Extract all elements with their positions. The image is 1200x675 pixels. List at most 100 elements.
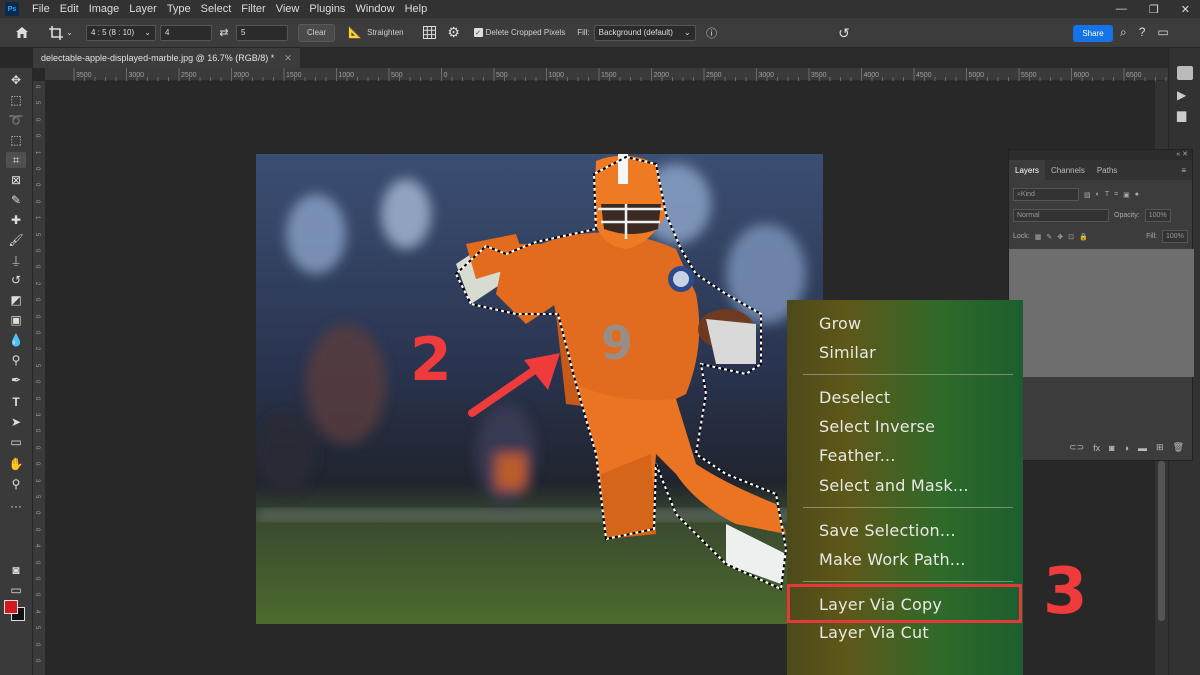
fill-select[interactable]: Background (default) ⌄: [593, 24, 696, 41]
menu-edit[interactable]: Edit: [55, 3, 84, 15]
filter-pixel-icon[interactable]: ▨: [1084, 191, 1091, 199]
play-icon[interactable]: ▶: [1177, 88, 1186, 102]
menu-image[interactable]: Image: [84, 3, 125, 15]
delete-cropped-checkbox-group[interactable]: ✓ Delete Cropped Pixels: [473, 28, 565, 37]
menu-item-similar[interactable]: Similar: [819, 343, 876, 362]
foreground-color-swatch[interactable]: [4, 600, 18, 614]
move-tool-icon[interactable]: ✥: [6, 72, 26, 88]
eyedropper-tool-icon[interactable]: ✎: [6, 192, 26, 208]
lock-artboard-icon[interactable]: ⊡: [1068, 233, 1074, 241]
reset-icon[interactable]: ↺: [832, 22, 856, 44]
tab-layers[interactable]: Layers: [1009, 160, 1046, 180]
menu-filter[interactable]: Filter: [236, 3, 270, 15]
quick-mask-icon[interactable]: ◙: [6, 562, 26, 578]
fill-input[interactable]: 100%: [1162, 230, 1188, 243]
help-icon[interactable]: ?: [1139, 25, 1146, 40]
restore-button[interactable]: ❐: [1149, 3, 1159, 16]
fx-icon[interactable]: fx: [1093, 443, 1100, 453]
menu-help[interactable]: Help: [400, 3, 433, 15]
menu-item-feather[interactable]: Feather...: [819, 446, 896, 465]
filter-shape-icon[interactable]: ⌗: [1114, 191, 1118, 199]
blur-tool-icon[interactable]: 💧: [6, 332, 26, 348]
lock-image-icon[interactable]: ✎: [1046, 233, 1052, 241]
filter-toggle-icon[interactable]: ●: [1135, 191, 1139, 198]
kind-filter-select[interactable]: ⌕ Kind: [1013, 188, 1079, 201]
image-panel-icon[interactable]: [1177, 66, 1193, 80]
comments-icon[interactable]: ▆: [1177, 108, 1186, 122]
filter-smart-object-icon[interactable]: ▣: [1123, 191, 1130, 199]
grid-overlay-icon[interactable]: [418, 22, 442, 44]
menu-item-make-work-path[interactable]: Make Work Path...: [819, 550, 966, 569]
menu-item-layer-via-cut[interactable]: Layer Via Cut: [819, 623, 929, 642]
rectangle-tool-icon[interactable]: ▭: [6, 434, 26, 450]
layers-list[interactable]: [1009, 249, 1194, 377]
marquee-tool-icon[interactable]: ⬚: [6, 92, 26, 108]
history-brush-tool-icon[interactable]: ↺: [6, 272, 26, 288]
scrollbar-thumb[interactable]: [1158, 461, 1165, 621]
crop-tool-preset-icon[interactable]: ⌄: [44, 22, 78, 44]
healing-brush-tool-icon[interactable]: ✚: [6, 212, 26, 228]
ratio-height-input[interactable]: 5: [236, 24, 288, 41]
menu-item-save-selection[interactable]: Save Selection...: [819, 521, 956, 540]
menu-file[interactable]: File: [27, 3, 55, 15]
zoom-tool-icon[interactable]: ⚲: [6, 476, 26, 492]
object-selection-tool-icon[interactable]: ⬚: [6, 132, 26, 148]
adjustment-layer-icon[interactable]: ◑: [1124, 443, 1129, 453]
menu-item-select-and-mask[interactable]: Select and Mask...: [819, 476, 969, 495]
lock-transparent-icon[interactable]: ▦: [1035, 233, 1042, 241]
close-window-button[interactable]: ✕: [1181, 3, 1190, 16]
crop-tool-icon[interactable]: ⌗: [6, 152, 26, 168]
more-tools-icon[interactable]: ···: [6, 498, 26, 514]
menu-view[interactable]: View: [271, 3, 305, 15]
share-button[interactable]: Share: [1073, 25, 1113, 42]
lock-position-icon[interactable]: ✥: [1057, 233, 1063, 241]
menu-plugins[interactable]: Plugins: [304, 3, 350, 15]
blend-mode-select[interactable]: Normal: [1013, 209, 1109, 222]
document-tab[interactable]: delectable-apple-displayed-marble.jpg @ …: [33, 48, 300, 68]
new-group-icon[interactable]: ▬: [1138, 443, 1147, 453]
menu-item-grow[interactable]: Grow: [819, 314, 861, 333]
swap-icon[interactable]: ⇄: [212, 22, 236, 44]
filter-type-icon[interactable]: T: [1105, 191, 1109, 198]
path-selection-tool-icon[interactable]: ➤: [6, 414, 26, 430]
dodge-tool-icon[interactable]: ⚲: [6, 352, 26, 368]
type-tool-icon[interactable]: T: [6, 394, 26, 410]
pen-tool-icon[interactable]: ✒: [6, 372, 26, 388]
clone-stamp-tool-icon[interactable]: ⍊: [6, 252, 26, 268]
lasso-tool-icon[interactable]: ➰: [6, 112, 26, 128]
delete-layer-icon[interactable]: 🗑: [1173, 442, 1184, 453]
tab-channels[interactable]: Channels: [1045, 160, 1091, 180]
menu-window[interactable]: Window: [350, 3, 399, 15]
search-icon[interactable]: ⌕: [1120, 25, 1127, 40]
menu-type[interactable]: Type: [162, 3, 196, 15]
close-tab-icon[interactable]: ✕: [284, 53, 292, 64]
delete-cropped-checkbox[interactable]: ✓: [473, 28, 483, 37]
hand-tool-icon[interactable]: ✋: [6, 456, 26, 472]
menu-layer[interactable]: Layer: [124, 3, 162, 15]
info-icon[interactable]: ⓘ: [700, 22, 724, 44]
home-icon[interactable]: [10, 22, 34, 44]
menu-item-select-inverse[interactable]: Select Inverse: [819, 417, 935, 436]
clear-button[interactable]: Clear: [298, 23, 336, 42]
panel-collapse-icon[interactable]: « ✕: [1176, 150, 1188, 158]
straighten-icon[interactable]: 📐: [343, 22, 367, 44]
add-mask-icon[interactable]: ◙: [1109, 443, 1114, 453]
new-layer-icon[interactable]: ⊞: [1156, 442, 1164, 453]
menu-select[interactable]: Select: [196, 3, 237, 15]
brush-tool-icon[interactable]: 🖌: [6, 232, 26, 248]
frame-tool-icon[interactable]: ⊠: [6, 172, 26, 188]
filter-adjustment-icon[interactable]: ◐: [1096, 191, 1100, 198]
eraser-tool-icon[interactable]: ◩: [6, 292, 26, 308]
minimize-button[interactable]: —: [1116, 3, 1127, 15]
gradient-tool-icon[interactable]: ▣: [6, 312, 26, 328]
straighten-label[interactable]: Straighten: [367, 28, 403, 37]
menu-item-deselect[interactable]: Deselect: [819, 388, 890, 407]
panel-menu-icon[interactable]: ≡: [1181, 166, 1186, 175]
ratio-width-input[interactable]: 4: [160, 24, 212, 41]
link-layers-icon[interactable]: ⊂⊃: [1069, 442, 1084, 453]
workspace-icon[interactable]: ▭: [1157, 25, 1168, 40]
screen-mode-icon[interactable]: ▭: [6, 582, 26, 598]
lock-all-icon[interactable]: 🔒: [1079, 233, 1088, 241]
opacity-input[interactable]: 100%: [1144, 209, 1171, 222]
tab-paths[interactable]: Paths: [1091, 160, 1123, 180]
